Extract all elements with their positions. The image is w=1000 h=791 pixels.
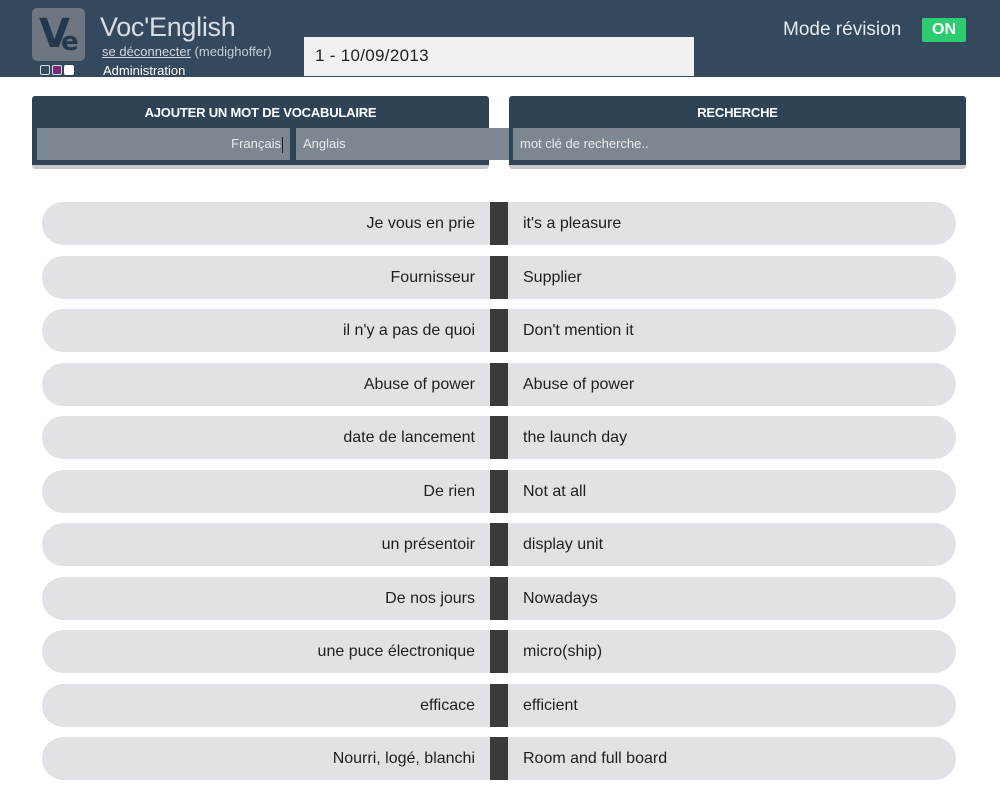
vocabulary-row[interactable]: un présentoir display unit bbox=[42, 523, 956, 566]
french-word: De rien bbox=[423, 482, 475, 500]
english-word: micro(ship) bbox=[523, 643, 603, 660]
text-caret bbox=[282, 136, 283, 153]
english-word: Room and full board bbox=[523, 750, 668, 767]
english-word: Supplier bbox=[523, 268, 582, 286]
app-logo[interactable]: V e bbox=[32, 8, 85, 61]
row-separator bbox=[490, 630, 508, 673]
french-word-placeholder: Français bbox=[231, 136, 281, 151]
english-word: it's a pleasure bbox=[523, 215, 622, 232]
french-word: date de lancement bbox=[343, 429, 475, 446]
english-word: efficient bbox=[523, 696, 578, 714]
row-separator bbox=[490, 737, 508, 780]
administration-link[interactable]: Administration bbox=[103, 63, 185, 78]
french-word: Abuse of power bbox=[363, 375, 475, 393]
english-word: display unit bbox=[523, 536, 604, 553]
french-word: Nourri, logé, blanchi bbox=[332, 750, 475, 767]
row-separator bbox=[490, 523, 508, 566]
row-separator bbox=[490, 576, 508, 620]
vocabulary-row[interactable]: Fournisseur Supplier bbox=[42, 255, 956, 299]
vocabulary-row[interactable]: il n'y a pas de quoi Don't mention it bbox=[42, 309, 956, 352]
row-separator bbox=[490, 469, 508, 513]
add-word-panel: AJOUTER UN MOT DE VOCABULAIRE Français A… bbox=[32, 96, 517, 169]
vocabulary-row[interactable]: Nourri, logé, blanchi Room and full board bbox=[42, 737, 956, 780]
vocabulary-row[interactable]: Abuse of power Abuse of power bbox=[42, 362, 956, 406]
french-word: De nos jours bbox=[385, 589, 475, 607]
row-separator bbox=[490, 416, 508, 459]
theme-swatch-blue[interactable] bbox=[40, 65, 50, 75]
revision-mode-toggle[interactable]: ON bbox=[922, 18, 966, 42]
row-separator bbox=[490, 362, 508, 406]
french-word-input[interactable]: Français bbox=[37, 128, 290, 160]
row-separator bbox=[490, 683, 508, 727]
french-word: Fournisseur bbox=[390, 268, 475, 286]
english-word: Nowadays bbox=[523, 589, 598, 607]
french-word: une puce électronique bbox=[317, 643, 475, 660]
search-title: RECHERCHE bbox=[697, 105, 778, 120]
theme-swatches bbox=[40, 65, 74, 75]
search-input[interactable]: mot clé de recherche.. bbox=[513, 128, 960, 160]
theme-swatch-white[interactable] bbox=[64, 65, 74, 75]
add-word-title: AJOUTER UN MOT DE VOCABULAIRE bbox=[144, 105, 377, 120]
french-word: Je vous en prie bbox=[366, 215, 475, 232]
app-title: Voc'English bbox=[100, 12, 236, 42]
logo-letter-e: e bbox=[61, 27, 79, 57]
logout-link[interactable]: se déconnecter bbox=[102, 44, 191, 59]
vocabulary-row[interactable]: Je vous en prie it's a pleasure bbox=[42, 202, 956, 245]
vocabulary-row[interactable]: une puce électronique micro(ship) bbox=[42, 630, 956, 673]
session-info: se déconnecter (medighoffer) bbox=[102, 44, 272, 59]
revision-mode-label: Mode révision bbox=[783, 19, 902, 40]
app-header: V e Voc'English se déconnecter (medighof… bbox=[0, 0, 1000, 78]
english-word: Don't mention it bbox=[523, 322, 634, 339]
english-word: Abuse of power bbox=[523, 375, 635, 393]
french-word: efficace bbox=[420, 696, 475, 714]
search-panel: RECHERCHE mot clé de recherche.. bbox=[509, 96, 966, 169]
vocabulary-list: Je vous en prie it's a pleasure Fournisseu… bbox=[42, 202, 956, 791]
username-label: (medighoffer) bbox=[194, 44, 272, 59]
vocabulary-row[interactable]: date de lancement the launch day bbox=[42, 416, 956, 459]
english-word: the launch day bbox=[523, 429, 628, 446]
vocabulary-row[interactable]: De nos jours Nowadays bbox=[42, 576, 956, 620]
row-separator bbox=[490, 202, 508, 245]
row-separator bbox=[490, 255, 508, 299]
english-word-input[interactable]: Anglais bbox=[296, 128, 517, 160]
french-word: il n'y a pas de quoi bbox=[342, 322, 475, 339]
row-separator bbox=[490, 309, 508, 352]
vocabulary-row[interactable]: De rien Not at all bbox=[42, 469, 956, 513]
vocabulary-row[interactable]: efficace efficient bbox=[42, 683, 956, 727]
english-word: Not at all bbox=[523, 482, 587, 500]
theme-swatch-purple[interactable] bbox=[52, 65, 62, 75]
vocabulary-list-select[interactable]: 1 - 10/09/2013 bbox=[304, 37, 694, 76]
french-word: un présentoir bbox=[381, 536, 475, 553]
